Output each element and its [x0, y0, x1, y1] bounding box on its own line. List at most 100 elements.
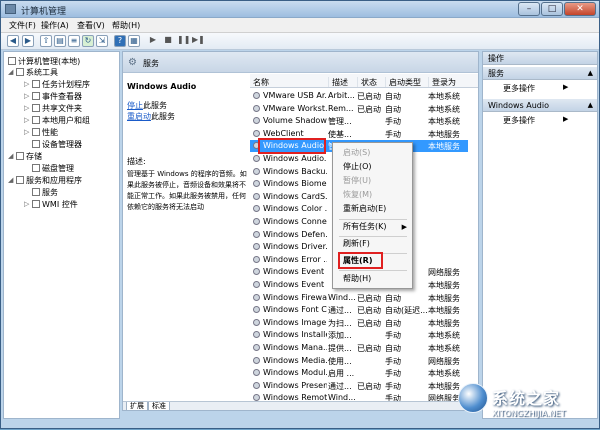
help-icon[interactable]: ? — [114, 35, 126, 47]
tree-item-local-users-groups[interactable]: 本地用户和组 — [32, 115, 90, 126]
pause-service-icon[interactable]: ❚❚ — [177, 35, 190, 47]
tree-item-services-apps[interactable]: 服务和应用程序 — [16, 175, 82, 186]
cell-startup-type: 手动 — [385, 356, 401, 366]
actions-section-services[interactable]: 服务 ▲ — [483, 67, 597, 80]
table-row[interactable]: Windows Font C...通过... 已启动自动(延迟...本地服务 — [250, 304, 468, 316]
folder-icon — [32, 104, 40, 112]
actions-section-windows-audio[interactable]: Windows Audio ▲ — [483, 99, 597, 112]
table-row[interactable]: Windows Mana... 提供... 已启动 自动 本地系统 — [250, 342, 468, 354]
back-icon[interactable]: ◀ — [7, 35, 19, 47]
column-description[interactable]: 描述 — [328, 77, 348, 87]
tree-item-services[interactable]: 服务 — [32, 187, 58, 198]
cell-startup-type: 自动 — [385, 92, 401, 101]
tree-item-computer-management[interactable]: 计算机管理(本地) — [8, 56, 80, 67]
menu-help[interactable]: 帮助(H) — [112, 20, 140, 31]
menu-item-all-tasks[interactable]: 所有任务(K) ▶ — [333, 221, 412, 233]
console-tree: 计算机管理(本地) ◢ 系统工具 ▷ 任务计划程序 ▷ 事件查看器 ▷ 共享文件… — [3, 51, 120, 419]
close-button[interactable]: ✕ — [564, 2, 596, 16]
menu-item-resume[interactable]: 恢复(M) — [333, 189, 412, 201]
extended-description-panel: Windows Audio 停止 此服务 重启动 此服务 描述: 管理基于 Wi… — [123, 74, 249, 404]
cell-status: 已启动 — [357, 381, 381, 391]
menu-action[interactable]: 操作(A) — [41, 20, 69, 31]
menu-view[interactable]: 查看(V) — [77, 20, 105, 31]
table-row[interactable]: Windows Modul... 启用 ... 手动 本地系统 — [250, 367, 468, 379]
service-icon — [253, 192, 260, 200]
expand-icon[interactable]: ▷ — [24, 80, 29, 88]
restart-service-link[interactable]: 重启动 — [127, 111, 151, 122]
menu-item-help[interactable]: 帮助(H) — [333, 273, 412, 285]
list-icon[interactable]: ≡ — [68, 35, 80, 47]
tree-item-storage[interactable]: 存储 — [16, 151, 42, 162]
properties-icon[interactable]: ▦ — [128, 35, 140, 47]
more-actions-link[interactable]: 更多操作 ▶ — [503, 83, 568, 94]
tree-item-performance[interactable]: 性能 — [32, 127, 58, 138]
tab-extended[interactable]: 扩展 — [126, 402, 148, 410]
disk-icon — [32, 164, 40, 172]
services-apps-icon — [16, 176, 24, 184]
menu-item-restart[interactable]: 重新启动(E) — [333, 203, 412, 215]
table-row[interactable]: Windows Media... 使用... 手动 网络服务 — [250, 355, 468, 367]
cell-startup-type: 手动 — [385, 381, 401, 391]
column-header-row: 名称 描述 状态 启动类型 登录为 — [250, 74, 478, 88]
stop-service-icon[interactable]: ■ — [162, 35, 174, 47]
expand-icon[interactable]: ▷ — [24, 128, 29, 136]
tree-item-system-tools[interactable]: 系统工具 — [16, 67, 58, 78]
tree-item-device-manager[interactable]: 设备管理器 — [32, 139, 82, 150]
tab-standard[interactable]: 标准 — [148, 402, 170, 410]
cell-name: Windows Driver... — [263, 242, 327, 252]
collapse-icon: ▲ — [587, 101, 593, 109]
cell-description: Arbit... — [328, 91, 355, 100]
stop-service-link[interactable]: 停止 — [127, 100, 143, 111]
table-row[interactable]: Volume Shadow... 管理... 手动 本地系统 — [250, 115, 468, 127]
cell-status: 已启动 — [357, 293, 381, 303]
menu-item-stop[interactable]: 停止(O) — [333, 161, 412, 173]
expand-icon[interactable]: ▷ — [24, 92, 29, 100]
collapse-icon[interactable]: ◢ — [8, 68, 13, 76]
tree-item-wmi-control[interactable]: WMI 控件 — [32, 199, 78, 210]
collapse-icon[interactable]: ◢ — [8, 176, 13, 184]
up-folder-icon[interactable]: ⇧ — [40, 35, 52, 47]
forward-icon[interactable]: ▶ — [22, 35, 34, 47]
menu-file[interactable]: 文件(F) — [9, 20, 36, 31]
cell-description: 管理... — [328, 117, 352, 127]
menu-item-start[interactable]: 启动(S) — [333, 147, 412, 159]
cell-log-on-as: 本地服务 — [428, 281, 460, 290]
expand-icon[interactable]: ▷ — [24, 116, 29, 124]
clock-icon — [32, 80, 40, 88]
cell-name: Volume Shadow... — [263, 116, 327, 126]
table-row[interactable]: VMware USB Ar... Arbit... 已启动 自动 本地系统 — [250, 90, 468, 102]
column-name[interactable]: 名称 — [250, 77, 269, 87]
menu-item-pause[interactable]: 暂停(U) — [333, 175, 412, 187]
table-row[interactable]: Windows Installer 添加... 手动 本地系统 — [250, 329, 468, 341]
tree-item-task-scheduler[interactable]: 任务计划程序 — [32, 79, 90, 90]
show-tree-icon[interactable]: ▤ — [54, 35, 66, 47]
refresh-icon[interactable]: ↻ — [82, 35, 94, 47]
minimize-button[interactable]: – — [518, 2, 540, 16]
tree-item-event-viewer[interactable]: 事件查看器 — [32, 91, 82, 102]
service-icon — [253, 180, 260, 188]
cell-name: VMware Workst... — [263, 103, 327, 113]
more-actions-link[interactable]: 更多操作 ▶ — [503, 115, 568, 126]
menu-item-refresh[interactable]: 刷新(F) — [333, 238, 412, 250]
maximize-button[interactable]: □ — [541, 2, 563, 16]
table-row[interactable]: Windows Presen...通过...已启动手动本地服务 — [250, 380, 468, 392]
table-row[interactable]: Windows Firewall Wind... 已启动 自动 本地服务 — [250, 292, 468, 304]
table-row[interactable]: Windows Image... 为扫... 已启动 自动 本地服务 — [250, 317, 468, 329]
start-service-icon[interactable]: ▶ — [147, 35, 159, 47]
expand-icon[interactable]: ▷ — [24, 200, 29, 208]
cell-name: Windows Presen... — [263, 380, 327, 390]
menu-separator — [339, 236, 407, 237]
expand-icon[interactable]: ▷ — [24, 104, 29, 112]
tree-item-disk-management[interactable]: 磁盘管理 — [32, 163, 74, 174]
restart-service-icon[interactable]: ▶❚ — [192, 35, 205, 47]
tree-item-shared-folders[interactable]: 共享文件夹 — [32, 103, 82, 114]
export-icon[interactable]: ⇲ — [96, 35, 108, 47]
users-icon — [32, 116, 40, 124]
column-startup-type[interactable]: 启动类型 — [385, 77, 421, 87]
column-status[interactable]: 状态 — [357, 77, 377, 87]
collapse-icon[interactable]: ◢ — [8, 152, 13, 160]
table-row[interactable]: VMware Workst... Rem... 已启动 自动 本地系统 — [250, 103, 468, 115]
cell-name: Windows Installer — [263, 330, 327, 340]
service-icon — [253, 306, 260, 314]
column-log-on-as[interactable]: 登录为 — [428, 77, 456, 87]
